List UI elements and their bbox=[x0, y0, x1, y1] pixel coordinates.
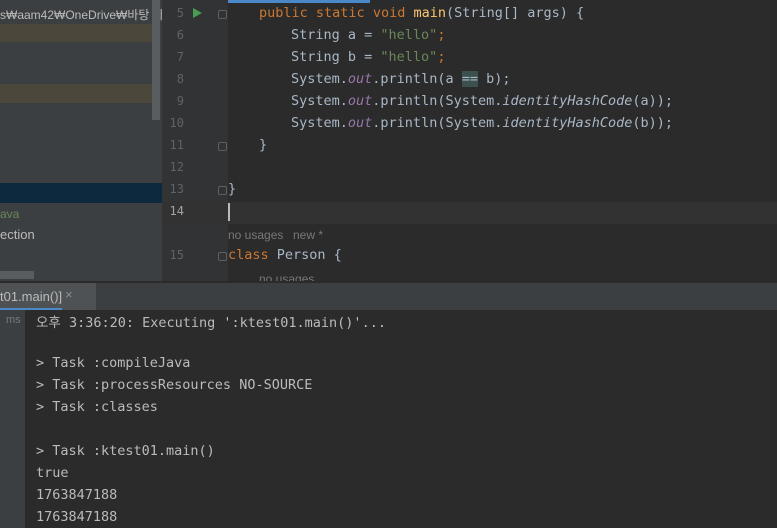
code-line-6: String a = "hello"; bbox=[291, 27, 445, 43]
project-tree-panel: s₩aam42₩OneDrive₩바탕 화 ava ection bbox=[0, 0, 162, 281]
tree-row-highlight[interactable] bbox=[0, 24, 152, 42]
fold-icon[interactable] bbox=[218, 142, 227, 151]
line-number: 14 bbox=[169, 204, 184, 218]
line-number: 8 bbox=[176, 72, 184, 86]
static-method: identityHashCode bbox=[502, 93, 633, 109]
line-number: 15 bbox=[169, 248, 184, 262]
line-number: 6 bbox=[176, 28, 184, 42]
fold-icon[interactable] bbox=[218, 10, 227, 19]
code-text: .println(a bbox=[372, 71, 462, 87]
code-line-9: System.out.println(System.identityHashCo… bbox=[291, 93, 673, 109]
editor-tab-indicator bbox=[228, 0, 370, 3]
tree-row-selected[interactable] bbox=[0, 183, 162, 203]
console-line: > Task :processResources NO-SOURCE bbox=[36, 377, 313, 393]
run-tab[interactable]: t01.main()] × bbox=[0, 283, 96, 310]
text-caret bbox=[228, 203, 230, 221]
keyword: void bbox=[372, 5, 406, 21]
keyword: class bbox=[228, 247, 269, 263]
line-number: 5 bbox=[176, 6, 184, 20]
line-number: 7 bbox=[176, 50, 184, 64]
usages-hint[interactable]: no usages bbox=[228, 228, 283, 242]
console-line: true bbox=[36, 465, 69, 481]
code-text: System. bbox=[291, 115, 348, 131]
method-name: main bbox=[413, 5, 447, 21]
tree-item-ection[interactable]: ection bbox=[0, 227, 35, 242]
code-text: System. bbox=[291, 71, 348, 87]
run-duration-label: ms bbox=[6, 314, 21, 326]
close-icon[interactable]: × bbox=[65, 287, 73, 302]
console-output[interactable] bbox=[26, 310, 777, 528]
string-literal: "hello" bbox=[380, 49, 438, 65]
project-horizontal-scrollbar[interactable] bbox=[0, 271, 34, 279]
fold-icon[interactable] bbox=[218, 186, 227, 195]
console-line: > Task :ktest01.main() bbox=[36, 443, 215, 459]
code-text: .println(System. bbox=[372, 115, 503, 131]
usages-hint[interactable]: no usages bbox=[259, 272, 314, 281]
keyword: public bbox=[259, 5, 308, 21]
fold-icon[interactable] bbox=[218, 252, 227, 261]
console-line: > Task :compileJava bbox=[36, 355, 191, 371]
line-number: 9 bbox=[176, 94, 184, 108]
semicolon: ; bbox=[437, 27, 446, 43]
code-line-5: public static void main(String[] args) { bbox=[259, 5, 584, 21]
line-number: 10 bbox=[169, 116, 184, 130]
static-field: out bbox=[347, 71, 373, 87]
author-hint[interactable]: new * bbox=[293, 228, 323, 242]
code-text: (b)); bbox=[632, 115, 674, 131]
code-line-7: String b = "hello"; bbox=[291, 49, 445, 65]
run-gutter-icon[interactable] bbox=[193, 8, 202, 18]
static-field: out bbox=[347, 93, 373, 109]
operator-highlight: == bbox=[461, 71, 478, 87]
keyword: static bbox=[315, 5, 365, 21]
code-line-15: class Person { bbox=[228, 247, 342, 263]
run-tab-label: t01.main()] bbox=[0, 289, 63, 304]
current-line-highlight bbox=[162, 202, 777, 224]
console-line: 1763847188 bbox=[36, 487, 118, 503]
tree-row-highlight[interactable] bbox=[0, 84, 152, 103]
code-text: Person { bbox=[268, 247, 342, 263]
code-line-10: System.out.println(System.identityHashCo… bbox=[291, 115, 673, 131]
console-line: > Task :classes bbox=[36, 399, 158, 415]
run-tree-panel: ms bbox=[0, 310, 25, 528]
console-line: 오후 3:36:20: Executing ':ktest01.main()'.… bbox=[36, 315, 386, 331]
code-text: (String[] args) { bbox=[446, 5, 585, 21]
static-method: identityHashCode bbox=[502, 115, 633, 131]
tree-item-java[interactable]: ava bbox=[0, 207, 19, 221]
code-text: (a)); bbox=[632, 93, 674, 109]
run-tool-window-header: t01.main()] × bbox=[0, 282, 777, 311]
string-literal: "hello" bbox=[380, 27, 438, 43]
code-line-11: } bbox=[259, 137, 268, 153]
line-number: 12 bbox=[169, 160, 184, 174]
line-number: 13 bbox=[169, 182, 184, 196]
project-path-label: s₩aam42₩OneDrive₩바탕 화 bbox=[0, 8, 162, 22]
code-text: .println(System. bbox=[372, 93, 503, 109]
code-text: String a = bbox=[291, 27, 381, 43]
static-field: out bbox=[347, 115, 373, 131]
code-line-13: } bbox=[228, 181, 237, 197]
line-number: 11 bbox=[169, 138, 184, 152]
semicolon: ; bbox=[437, 49, 446, 65]
console-line: 1763847188 bbox=[36, 509, 118, 525]
code-line-8: System.out.println(a == b); bbox=[291, 71, 510, 87]
code-text: b); bbox=[477, 71, 511, 87]
code-text: String b = bbox=[291, 49, 381, 65]
project-vertical-scrollbar[interactable] bbox=[152, 0, 160, 120]
code-text: System. bbox=[291, 93, 348, 109]
